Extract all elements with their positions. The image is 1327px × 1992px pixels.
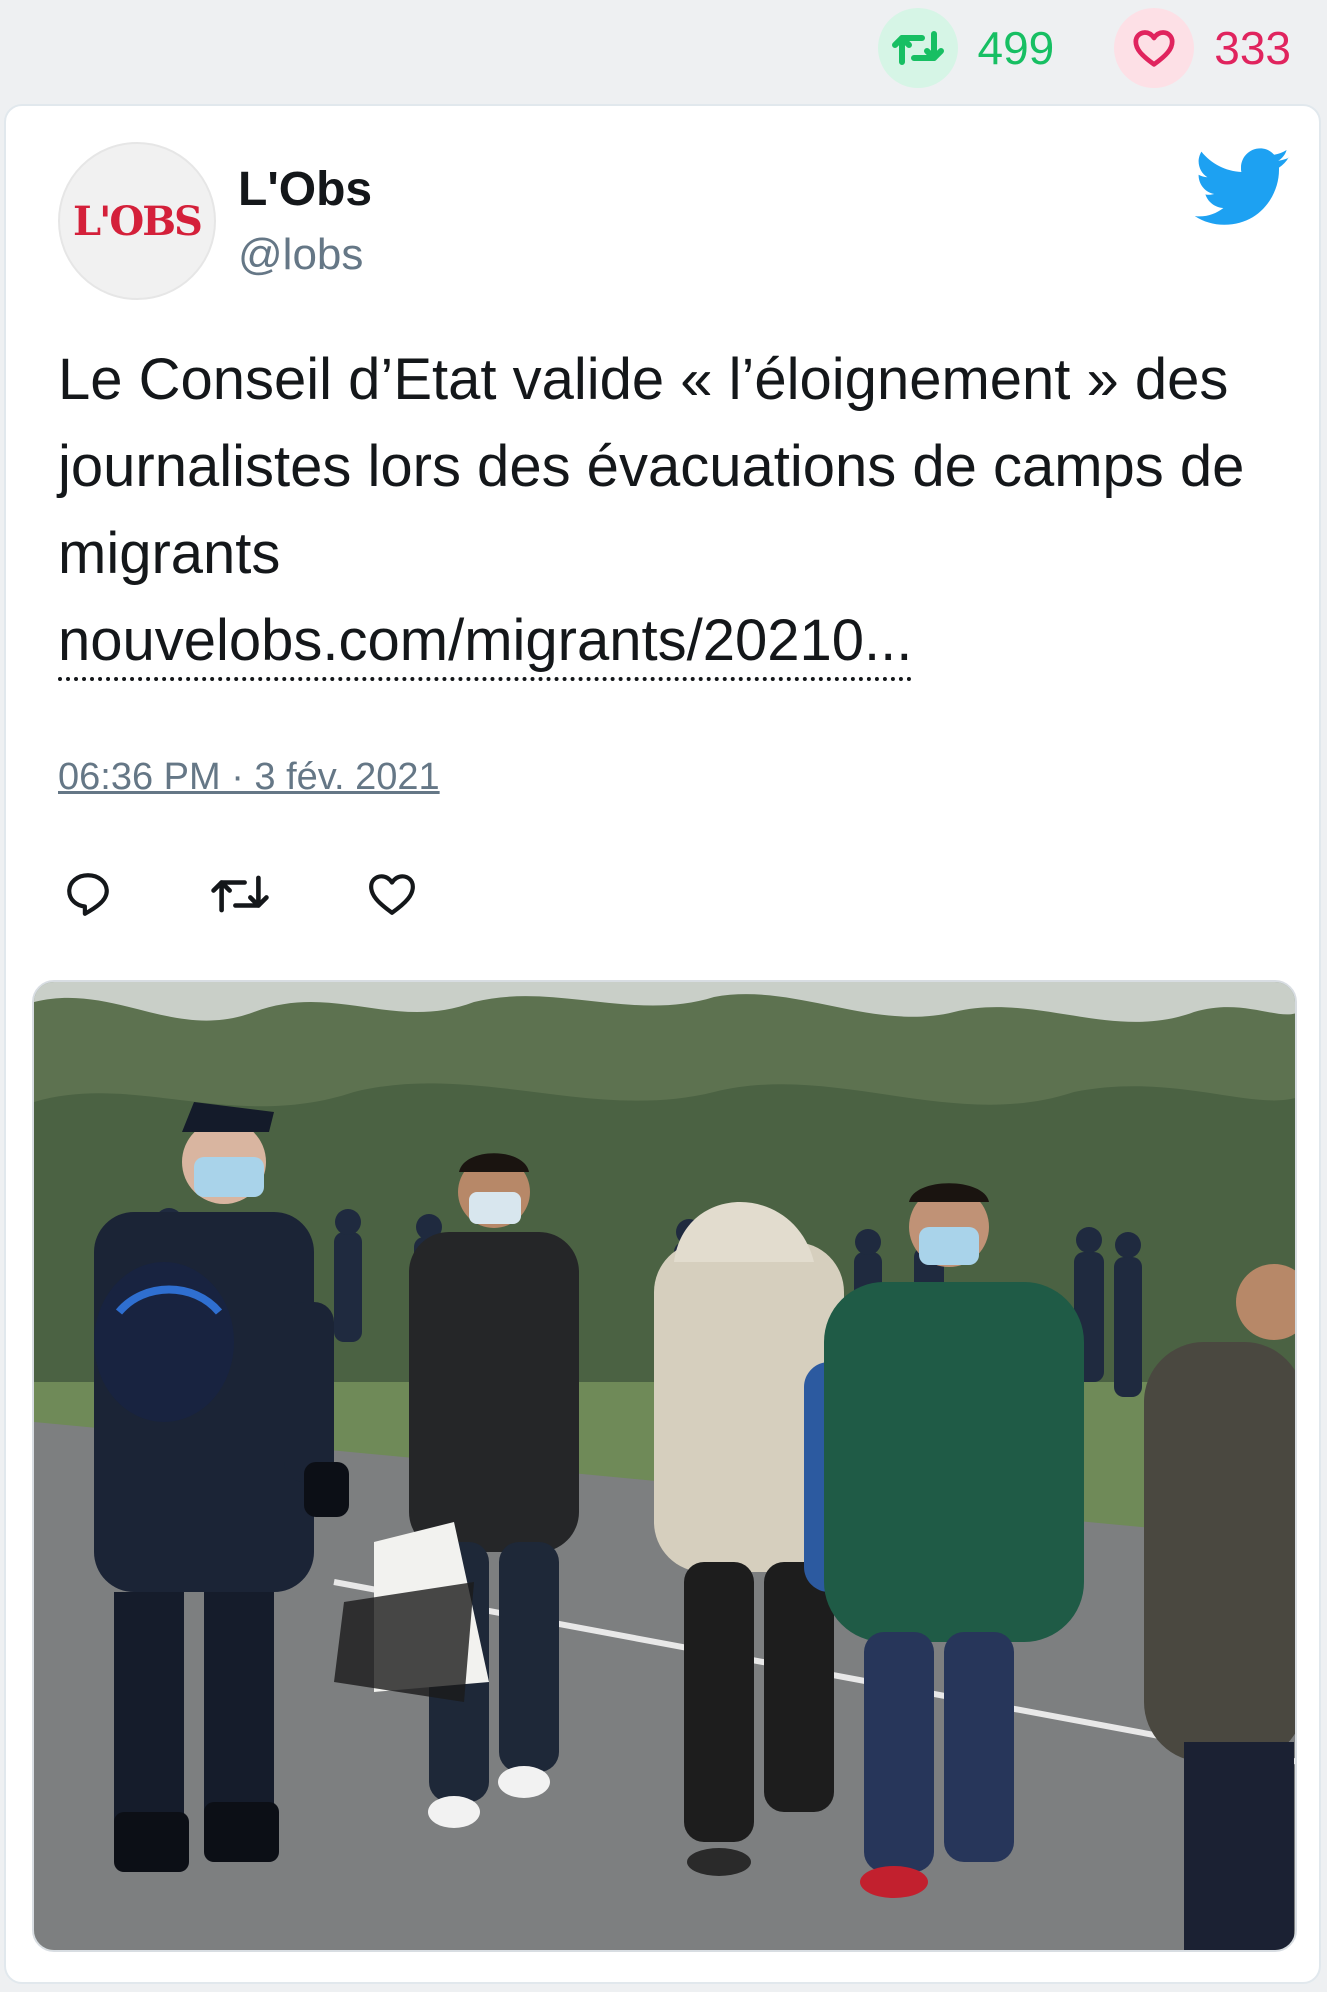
retweet-action-icon[interactable] — [210, 864, 270, 924]
retweet-count: 499 — [977, 21, 1055, 74]
stats-bar: 499 333 — [818, 0, 1327, 95]
display-name[interactable]: L'Obs — [238, 162, 372, 217]
avatar-logo-text: L'OBS — [73, 197, 203, 245]
photo-illustration — [34, 982, 1295, 1950]
tweet-card: L'OBS L'Obs @lobs Le Conseil d’Etat vali… — [4, 104, 1321, 1984]
retweet-stat[interactable]: 499 — [877, 7, 1055, 88]
tweet-actions — [58, 864, 514, 924]
tweet-text: Le Conseil d’Etat valide « l’éloignement… — [58, 336, 1258, 684]
reply-icon[interactable] — [58, 864, 118, 924]
tweet-link[interactable]: nouvelobs.com/migrants/20210... — [58, 605, 913, 681]
like-count: 333 — [1214, 21, 1291, 74]
twitter-bird-icon[interactable] — [1194, 148, 1291, 228]
like-action-icon[interactable] — [362, 864, 422, 924]
user-handle[interactable]: @lobs — [238, 230, 363, 280]
tweet-body: Le Conseil d’Etat valide « l’éloignement… — [58, 347, 1245, 586]
tweet-timestamp[interactable]: 06:36 PM · 3 fév. 2021 — [58, 756, 440, 799]
retweet-icon[interactable] — [877, 7, 958, 88]
heart-icon[interactable] — [1114, 7, 1195, 88]
like-stat[interactable]: 333 — [1114, 7, 1291, 88]
avatar[interactable]: L'OBS — [58, 142, 216, 300]
tweet-photo[interactable] — [32, 980, 1297, 1952]
